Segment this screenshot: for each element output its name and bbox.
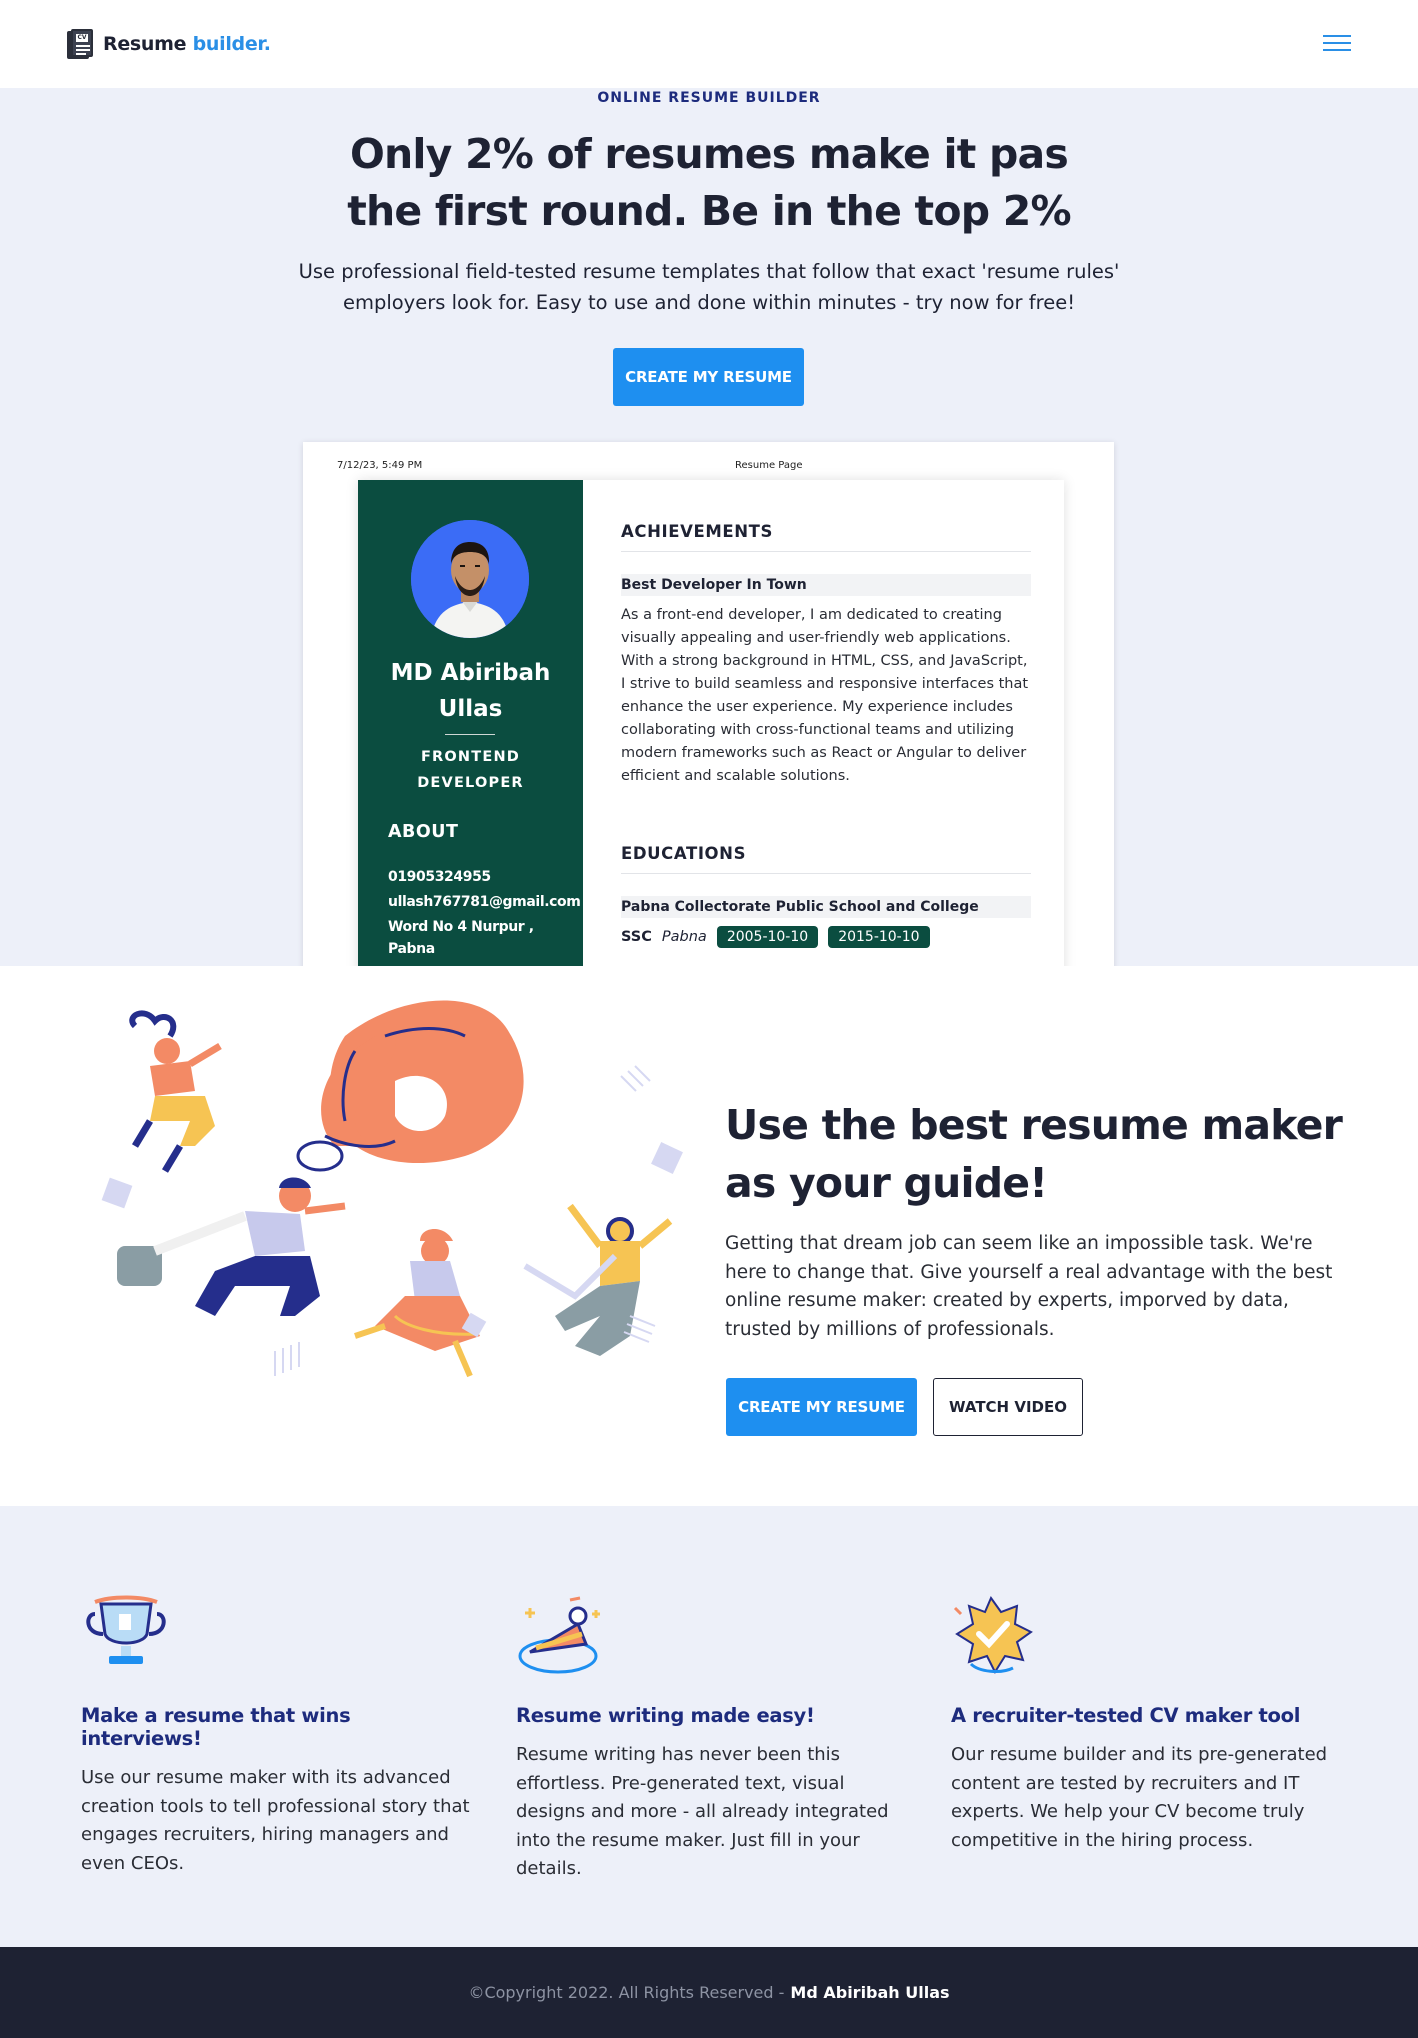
resume-name: MD Abiribah Ullas bbox=[390, 660, 551, 722]
resume-address: Word No 4 Nurpur , Pabna bbox=[388, 919, 534, 957]
guide-section: Use the best resume maker as your guide!… bbox=[0, 966, 1418, 1506]
education-entry: SSC Pabna 2005-10-10 2015-10-10 bbox=[621, 926, 930, 948]
feature-card: Resume writing made easy! Resume writing… bbox=[516, 1594, 911, 1884]
top-navbar: CV Resume builder. bbox=[0, 0, 1418, 88]
brand-name-accent: builder. bbox=[192, 33, 271, 55]
running-people-illustration bbox=[95, 996, 695, 1396]
feature-title: Make a resume that wins interviews! bbox=[81, 1704, 351, 1750]
logo-text: CV bbox=[76, 34, 88, 42]
guide-title: Use the best resume maker as your guide! bbox=[725, 1101, 1343, 1207]
verified-badge-icon bbox=[951, 1594, 1041, 1678]
feature-title: A recruiter-tested CV maker tool bbox=[951, 1704, 1301, 1727]
school-name: Pabna Collectorate Public School and Col… bbox=[621, 896, 1031, 918]
preview-page-title: Resume Page bbox=[735, 460, 803, 471]
resume-document: MD Abiribah Ullas FRONTEND DEVELOPER ABO… bbox=[358, 480, 1064, 966]
resume-preview: 7/12/23, 5:49 PM Resume Page MD Abiribah… bbox=[303, 442, 1114, 966]
hero-eyebrow: ONLINE RESUME BUILDER bbox=[597, 90, 821, 106]
cake-slice-icon bbox=[516, 1594, 606, 1678]
trophy-icon bbox=[81, 1594, 171, 1678]
resume-phone: 01905324955 bbox=[388, 869, 491, 885]
achievement-text: As a front-end developer, I am dedicated… bbox=[621, 607, 1029, 784]
resume-sidebar: MD Abiribah Ullas FRONTEND DEVELOPER ABO… bbox=[358, 480, 583, 966]
about-heading: ABOUT bbox=[388, 822, 459, 842]
feature-text: Our resume builder and its pre-generated… bbox=[951, 1744, 1328, 1851]
footer-author-link[interactable]: Md Abiribah Ullas bbox=[790, 1983, 949, 2002]
guide-create-resume-button[interactable]: CREATE MY RESUME bbox=[726, 1378, 917, 1436]
end-date-badge: 2015-10-10 bbox=[828, 926, 930, 948]
brand-logo-link[interactable]: CV Resume builder. bbox=[67, 29, 271, 59]
feature-card: Make a resume that wins interviews! Use … bbox=[81, 1594, 476, 1878]
name-divider bbox=[445, 734, 495, 735]
watch-video-button[interactable]: WATCH VIDEO bbox=[933, 1378, 1083, 1436]
copyright-text: ©Copyright 2022. All Rights Reserved - bbox=[468, 1983, 785, 2002]
start-date-badge: 2005-10-10 bbox=[716, 926, 819, 948]
resume-role: FRONTEND DEVELOPER bbox=[417, 749, 524, 791]
footer: ©Copyright 2022. All Rights Reserved - M… bbox=[0, 1947, 1418, 2038]
hero-title: Only 2% of resumes make it pas the first… bbox=[347, 130, 1071, 235]
hamburger-menu-icon[interactable] bbox=[1323, 33, 1351, 53]
cv-document-icon: CV bbox=[67, 29, 93, 59]
resume-email: ullash767781@gmail.com bbox=[388, 894, 581, 910]
hero-subtitle: Use professional field-tested resume tem… bbox=[298, 260, 1120, 314]
avatar bbox=[411, 520, 529, 638]
feature-title: Resume writing made easy! bbox=[516, 1704, 815, 1727]
hero-section: ONLINE RESUME BUILDER Only 2% of resumes… bbox=[0, 88, 1418, 966]
hero-create-resume-button[interactable]: CREATE MY RESUME bbox=[613, 348, 804, 406]
features-section: Make a resume that wins interviews! Use … bbox=[0, 1506, 1418, 1947]
achievements-heading: ACHIEVEMENTS bbox=[621, 522, 1031, 552]
brand-name: Resume builder. bbox=[103, 33, 271, 55]
preview-timestamp: 7/12/23, 5:49 PM bbox=[337, 460, 423, 471]
degree: SSC bbox=[621, 929, 652, 945]
education-location: Pabna bbox=[661, 929, 707, 945]
guide-text: Getting that dream job can seem like an … bbox=[725, 1233, 1333, 1340]
feature-text: Use our resume maker with its advanced c… bbox=[81, 1767, 470, 1874]
achievement-title: Best Developer In Town bbox=[621, 574, 1031, 596]
educations-heading: EDUCATIONS bbox=[621, 844, 1031, 874]
feature-text: Resume writing has never been this effor… bbox=[516, 1744, 889, 1879]
brand-name-main: Resume bbox=[103, 33, 187, 55]
feature-card: A recruiter-tested CV maker tool Our res… bbox=[951, 1594, 1346, 1855]
